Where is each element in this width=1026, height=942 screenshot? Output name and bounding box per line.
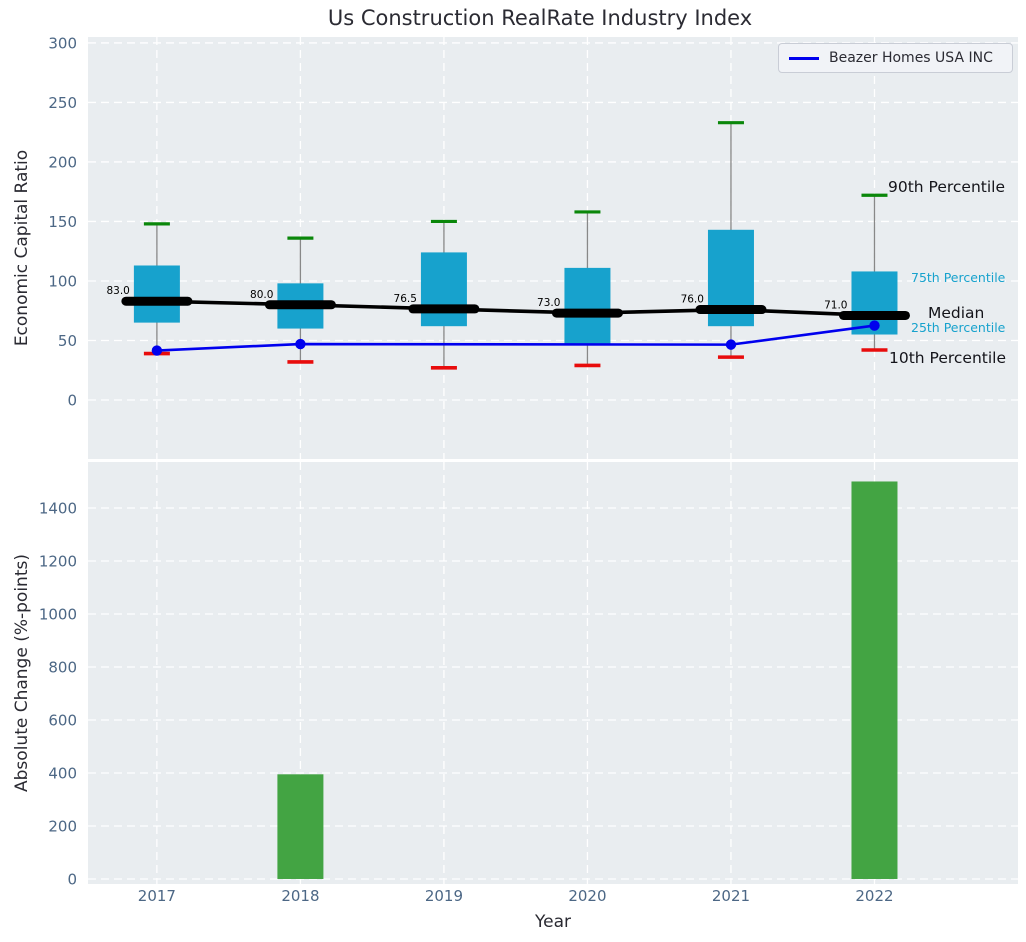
median-value-label-2022: 71.0: [824, 299, 847, 311]
y-tick-label-top: 200: [48, 153, 77, 171]
y-tick-label-bottom: 200: [48, 817, 77, 835]
percentile-box-2019: [421, 252, 467, 326]
change-bar-2018: [277, 774, 323, 879]
median-value-label-2017: 83.0: [106, 285, 129, 297]
company-series-marker: [295, 339, 305, 349]
y-tick-label-bottom: 0: [67, 870, 77, 888]
x-tick-label: 2021: [712, 887, 750, 905]
x-tick-label: 2020: [568, 887, 606, 905]
x-tick-label: 2019: [425, 887, 463, 905]
company-series-marker: [726, 339, 736, 349]
legend: Beazer Homes USA INC: [778, 43, 1013, 73]
y-tick-label-bottom: 1400: [39, 499, 77, 517]
y-tick-label-top: 300: [48, 34, 77, 52]
y-tick-label-top: 150: [48, 213, 77, 231]
annotation-75th-percentile: 75th Percentile: [911, 270, 1005, 285]
y-tick-label-top: 250: [48, 94, 77, 112]
figure: 0 50 100 150 200 250 300 0 200 400 600 800 1000 1200 1…: [0, 0, 1026, 942]
median-value-label-2020: 73.0: [537, 297, 560, 309]
x-tick-label: 2018: [281, 887, 319, 905]
company-series-marker: [869, 320, 879, 330]
plot-area-top: [88, 37, 1018, 459]
y-axis-label-top: Economic Capital Ratio: [12, 150, 32, 346]
chart-title: Us Construction RealRate Industry Index: [328, 6, 752, 30]
y-tick-label-top: 0: [67, 391, 77, 409]
percentile-box-2020: [564, 268, 610, 344]
y-tick-label-bottom: 800: [48, 658, 77, 676]
y-tick-label-bottom: 400: [48, 764, 77, 782]
legend-series-label: Beazer Homes USA INC: [829, 50, 993, 66]
y-tick-label-top: 50: [58, 332, 77, 350]
median-value-label-2018: 80.0: [250, 289, 273, 301]
y-tick-label-bottom: 1200: [39, 552, 77, 570]
percentile-box-2017: [134, 265, 180, 322]
x-axis-label: Year: [535, 912, 571, 932]
median-value-label-2021: 76.0: [681, 294, 704, 306]
y-tick-label-top: 100: [48, 272, 77, 290]
legend-line-sample: [789, 57, 819, 60]
company-series-marker: [152, 345, 162, 355]
y-tick-label-bottom: 1000: [39, 605, 77, 623]
change-bar-2022: [851, 481, 897, 879]
annotation-90th-percentile: 90th Percentile: [888, 178, 1005, 196]
annotation-10th-percentile: 10th Percentile: [889, 349, 1006, 367]
y-axis-label-bottom: Absolute Change (%-points): [12, 554, 32, 792]
median-value-label-2019: 76.5: [394, 293, 417, 305]
x-tick-label: 2017: [138, 887, 176, 905]
y-tick-label-bottom: 600: [48, 711, 77, 729]
x-tick-label: 2022: [855, 887, 893, 905]
annotation-25th-percentile: 25th Percentile: [911, 320, 1005, 335]
chart-canvas: 0 50 100 150 200 250 300 0 200 400 600 800 1000 1200 1…: [0, 0, 1026, 942]
